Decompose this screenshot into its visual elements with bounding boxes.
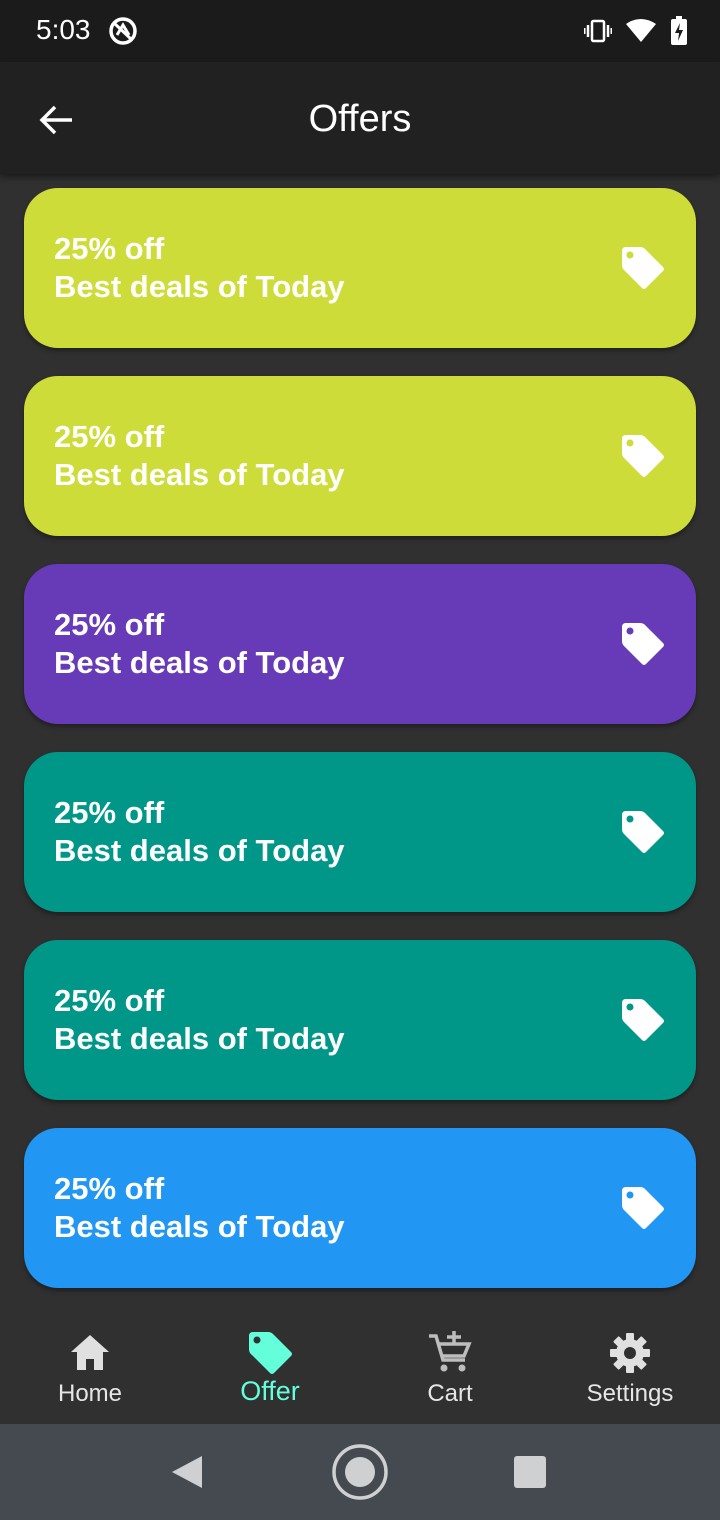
tag-icon	[622, 435, 664, 477]
app-bar: Offers	[0, 62, 720, 174]
offer-text: 25% off Best deals of Today	[54, 794, 345, 870]
page-title: Offers	[308, 98, 412, 140]
offer-text: 25% off Best deals of Today	[54, 418, 345, 494]
bottom-navigation: Home Offer Cart Settings	[0, 1310, 720, 1424]
wifi-icon	[626, 19, 656, 43]
tag-icon	[622, 1187, 664, 1229]
nav-label-settings: Settings	[586, 1380, 674, 1407]
offer-description: Best deals of Today	[54, 645, 345, 680]
tag-icon	[622, 247, 664, 289]
status-icons	[584, 16, 688, 46]
offer-description: Best deals of Today	[54, 1021, 345, 1056]
nav-item-settings[interactable]: Settings	[540, 1310, 720, 1424]
recents-square-icon[interactable]	[514, 1456, 546, 1488]
nav-item-cart[interactable]: Cart	[360, 1310, 540, 1424]
status-bar: 5:03	[0, 0, 720, 62]
home-circle-icon[interactable]	[330, 1442, 390, 1502]
status-time: 5:03	[36, 14, 91, 45]
nav-label-cart: Cart	[427, 1380, 473, 1407]
nav-label-home: Home	[57, 1380, 123, 1407]
offer-card[interactable]: 25% off Best deals of Today	[24, 940, 696, 1100]
offer-text: 25% off Best deals of Today	[54, 982, 345, 1058]
battery-charging-icon	[670, 16, 688, 46]
offer-description: Best deals of Today	[54, 457, 345, 492]
offer-discount: 25% off	[54, 983, 165, 1018]
offer-card[interactable]: 25% off Best deals of Today	[24, 752, 696, 912]
offer-text: 25% off Best deals of Today	[54, 606, 345, 682]
offer-description: Best deals of Today	[54, 269, 345, 304]
offer-card[interactable]: 25% off Best deals of Today	[24, 1128, 696, 1288]
offer-text: 25% off Best deals of Today	[54, 230, 345, 306]
tag-icon	[622, 623, 664, 665]
app-notification-icon	[108, 16, 138, 46]
screen: 5:03 Offers 25% off Best deals of Today …	[0, 0, 720, 1520]
add-to-cart-icon	[429, 1331, 472, 1372]
offer-list: 25% off Best deals of Today 25% off Best…	[24, 188, 696, 1316]
offer-discount: 25% off	[54, 1171, 165, 1206]
offer-card[interactable]: 25% off Best deals of Today	[24, 564, 696, 724]
offer-text: 25% off Best deals of Today	[54, 1170, 345, 1246]
tag-icon	[622, 811, 664, 853]
vibrate-icon	[584, 19, 612, 43]
tag-icon	[249, 1332, 292, 1374]
offer-discount: 25% off	[54, 231, 165, 266]
nav-label-offer: Offer	[240, 1376, 300, 1406]
gear-icon	[610, 1333, 650, 1373]
offer-discount: 25% off	[54, 795, 165, 830]
tag-icon	[622, 999, 664, 1041]
home-icon	[71, 1335, 109, 1370]
offer-description: Best deals of Today	[54, 833, 345, 868]
offer-description: Best deals of Today	[54, 1209, 345, 1244]
offer-card[interactable]: 25% off Best deals of Today	[24, 376, 696, 536]
offer-discount: 25% off	[54, 607, 165, 642]
offer-card[interactable]: 25% off Best deals of Today	[24, 188, 696, 348]
nav-item-offer[interactable]: Offer	[180, 1310, 360, 1424]
back-triangle-icon[interactable]	[170, 1454, 204, 1490]
system-navigation-bar	[0, 1424, 720, 1520]
offer-discount: 25% off	[54, 419, 165, 454]
nav-item-home[interactable]: Home	[0, 1310, 180, 1424]
